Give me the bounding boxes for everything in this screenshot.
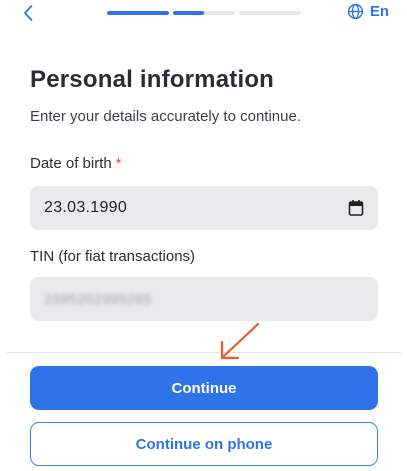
dob-label-text: Date of birth [30, 155, 112, 172]
language-label: En [369, 3, 389, 20]
dob-label: Date of birth * [30, 155, 122, 172]
progress-step-2 [173, 11, 235, 15]
page-subtitle: Enter your details accurately to continu… [30, 108, 301, 125]
tin-input[interactable]: 2395202395285 [30, 277, 378, 321]
top-bar: En [0, 0, 407, 32]
back-button[interactable] [18, 2, 40, 24]
date-of-birth-input[interactable]: 23.03.1990 [30, 186, 378, 230]
step-progress [107, 11, 301, 15]
tin-label: TIN (for fiat transactions) [30, 248, 196, 265]
divider [6, 352, 401, 353]
chevron-left-icon [24, 5, 33, 21]
annotation-arrow-icon [220, 322, 260, 360]
progress-step-2-fill [173, 11, 204, 15]
calendar-icon[interactable] [348, 199, 364, 217]
globe-icon [347, 3, 363, 20]
continue-button[interactable]: Continue [30, 366, 378, 410]
page-title: Personal information [30, 66, 275, 93]
tin-value: 2395202395285 [44, 291, 152, 307]
progress-step-1-fill [107, 11, 169, 15]
progress-step-3 [239, 11, 301, 15]
progress-step-1 [107, 11, 169, 15]
date-of-birth-value: 23.03.1990 [44, 199, 128, 216]
language-selector[interactable]: En [347, 3, 389, 20]
continue-on-phone-button[interactable]: Continue on phone [30, 422, 378, 466]
required-mark: * [115, 155, 122, 172]
